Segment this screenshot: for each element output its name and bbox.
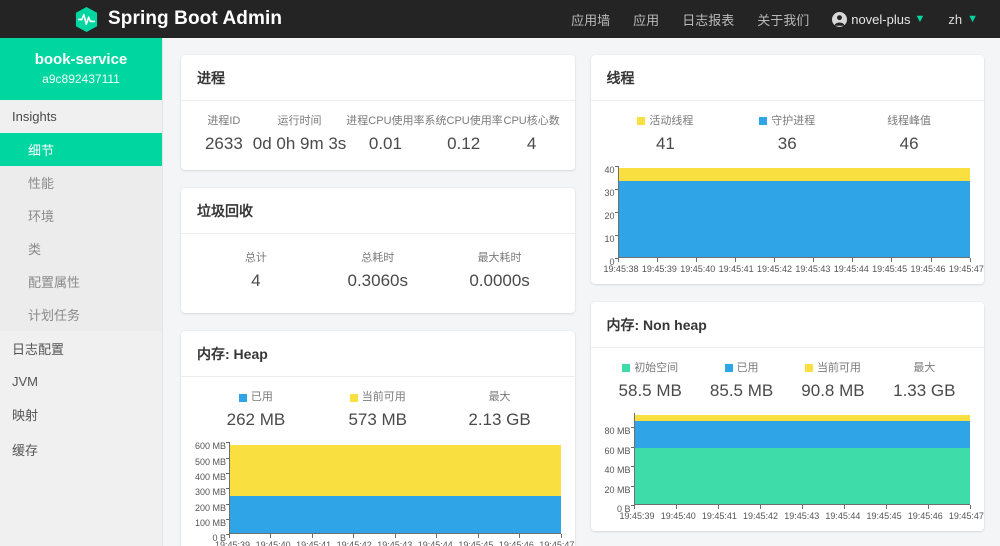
stat-system-cpu-usage: 系统CPU使用率 0.12 <box>424 115 503 153</box>
nonheap-chart: 80 MB 60 MB 40 MB 20 MB 0 B 19:45:39 19:… <box>604 413 984 521</box>
chevron-down-icon: ▼ <box>967 12 978 25</box>
hexagon-pulse-logo-icon <box>74 6 99 33</box>
nav-link-app-wall[interactable]: 应用墙 <box>571 10 610 29</box>
stat-daemon-threads: 守护进程 36 <box>726 113 848 156</box>
threads-card: 线程 活动线程 41 守护进程 36 线程峰值 46 40 30 20 10 0… <box>590 55 984 285</box>
heap-chart-plot-wrap: 19:45:39 19:45:40 19:45:41 19:45:42 19:4… <box>215 442 574 546</box>
legend-swatch-daemon <box>759 117 768 126</box>
nav-link-applications[interactable]: 应用 <box>633 10 659 29</box>
stat-nonheap-initial: 初始空间 58.5 MB <box>618 362 682 400</box>
nonheap-card-title: 内存: Non heap <box>590 302 984 349</box>
stat-live-threads: 活动线程 41 <box>605 113 727 156</box>
sidebar-item-classes[interactable]: 类 <box>0 231 162 265</box>
language-label: zh <box>948 11 963 27</box>
sidebar-item-details[interactable]: 细节 <box>0 132 162 166</box>
legend-swatch-live <box>637 117 646 126</box>
process-card-title: 进程 <box>181 55 575 101</box>
stat-nonheap-available: 当前可用 90.8 MB <box>801 362 865 400</box>
heap-chart: 600 MB 500 MB 400 MB 300 MB 200 MB 100 M… <box>195 441 574 546</box>
legend-swatch-used <box>724 364 733 373</box>
gc-card-title: 垃圾回收 <box>181 188 575 235</box>
stat-process-id: 进程ID 2633 <box>204 115 243 153</box>
navbar-right: 应用墙 应用 日志报表 关于我们 novel-plus ▼ zh ▼ <box>571 10 984 29</box>
nav-link-about[interactable]: 关于我们 <box>757 10 809 29</box>
nonheap-initial-band <box>634 447 970 505</box>
stat-nonheap-used: 已用 85.5 MB <box>709 362 774 400</box>
stat-heap-used: 已用 262 MB <box>226 391 286 429</box>
threads-daemon-band <box>618 180 970 258</box>
brand[interactable]: Spring Boot Admin <box>0 6 282 33</box>
stat-heap-available: 当前可用 573 MB <box>348 391 408 429</box>
page-layout: book-service a9c892437111 Insights 细节 性能… <box>0 38 1000 546</box>
sidebar-instance-id: a9c892437111 <box>42 71 120 86</box>
stat-heap-max: 最大 2.13 GB <box>468 391 531 429</box>
sidebar-item-caches[interactable]: 缓存 <box>0 431 162 467</box>
chevron-down-icon: ▼ <box>914 12 926 25</box>
heap-chart-xaxis: 19:45:39 19:45:40 19:45:41 19:45:42 19:4… <box>215 540 575 546</box>
sidebar-item-jvm[interactable]: JVM <box>0 365 162 397</box>
sidebar: book-service a9c892437111 Insights 细节 性能… <box>0 38 163 546</box>
stat-nonheap-max: 最大 1.33 GB <box>893 362 956 400</box>
sidebar-item-loggers[interactable]: 日志配置 <box>0 330 162 366</box>
top-navbar: Spring Boot Admin 应用墙 应用 日志报表 关于我们 novel… <box>0 0 1000 38</box>
sidebar-section-insights: Insights <box>0 99 162 133</box>
stat-uptime: 运行时间 0d 0h 9m 3s <box>252 115 347 153</box>
process-card: 进程 进程ID 2633 运行时间 0d 0h 9m 3s 进程CPU使用率 0… <box>181 55 575 171</box>
threads-chart-plot <box>617 166 970 259</box>
sidebar-item-environment[interactable]: 环境 <box>0 198 162 232</box>
user-circle-icon <box>832 11 848 27</box>
sidebar-item-scheduled-tasks[interactable]: 计划任务 <box>0 297 162 331</box>
nonheap-chart-plot <box>633 413 970 506</box>
nonheap-chart-xaxis: 19:45:39 19:45:40 19:45:41 19:45:42 19:4… <box>619 511 984 522</box>
stat-gc-total-time: 总耗时 0.3060s <box>347 252 408 290</box>
process-stats: 进程ID 2633 运行时间 0d 0h 9m 3s 进程CPU使用率 0.01 <box>195 113 561 156</box>
legend-swatch-available <box>349 393 358 402</box>
right-column: 线程 活动线程 41 守护进程 36 线程峰值 46 40 30 20 10 0… <box>590 55 984 546</box>
heap-chart-yaxis: 600 MB 500 MB 400 MB 300 MB 200 MB 100 M… <box>195 441 230 544</box>
legend-swatch-initial <box>622 364 631 373</box>
language-menu[interactable]: zh ▼ <box>948 12 978 27</box>
memory-nonheap-card: 内存: Non heap 初始空间 58.5 MB 已用 85.5 MB 当前可… <box>590 302 984 532</box>
threads-chart-plot-wrap: 19:45:38 19:45:39 19:45:40 19:45:41 19:4… <box>604 166 984 274</box>
heap-used-band <box>230 496 561 534</box>
brand-title: Spring Boot Admin <box>108 8 283 29</box>
threads-chart-ticks <box>617 258 971 263</box>
stat-gc-max-time: 最大耗时 0.0000s <box>469 252 530 290</box>
nonheap-stats: 初始空间 58.5 MB 已用 85.5 MB 当前可用 90.8 MB 最大 … <box>605 360 971 403</box>
stat-gc-count: 总计 4 <box>244 252 267 290</box>
main-content: 进程 进程ID 2633 运行时间 0d 0h 9m 3s 进程CPU使用率 0… <box>163 38 1000 546</box>
heap-stats: 已用 262 MB 当前可用 573 MB 最大 2.13 GB <box>195 389 561 432</box>
legend-swatch-used <box>238 393 247 402</box>
left-column: 进程 进程ID 2633 运行时间 0d 0h 9m 3s 进程CPU使用率 0… <box>181 55 575 546</box>
sidebar-item-configprops[interactable]: 配置属性 <box>0 264 162 298</box>
sidebar-item-mappings[interactable]: 映射 <box>0 396 162 432</box>
threads-chart-yaxis: 40 30 20 10 0 <box>604 165 618 268</box>
stat-process-cpu-usage: 进程CPU使用率 0.01 <box>346 115 425 153</box>
garbage-collection-card: 垃圾回收 总计 4 总耗时 0.3060s 最大耗时 0.0000s <box>181 188 575 314</box>
nav-link-journal[interactable]: 日志报表 <box>682 10 734 29</box>
nonheap-chart-yaxis: 80 MB 60 MB 40 MB 20 MB 0 B <box>604 426 634 515</box>
gc-stats: 总计 4 总耗时 0.3060s 最大耗时 0.0000s <box>195 250 561 293</box>
user-name: novel-plus <box>851 11 911 27</box>
sidebar-header: book-service a9c892437111 <box>0 38 162 100</box>
user-menu[interactable]: novel-plus ▼ <box>832 11 926 27</box>
memory-heap-card: 内存: Heap 已用 262 MB 当前可用 573 MB 最大 2.13 G… <box>181 331 575 546</box>
stat-cpu-cores: CPU核心数 4 <box>503 115 560 153</box>
stat-peak-threads: 线程峰值 46 <box>887 115 932 153</box>
heap-card-title: 内存: Heap <box>181 331 575 378</box>
sidebar-insights-group: 细节 性能 环境 类 配置属性 计划任务 <box>0 132 162 331</box>
threads-chart: 40 30 20 10 0 19:45:38 19:45:39 19:45:40… <box>604 165 984 275</box>
sidebar-application-name: book-service <box>34 51 128 68</box>
threads-stats: 活动线程 41 守护进程 36 线程峰值 46 <box>605 113 971 156</box>
nonheap-chart-plot-wrap: 19:45:39 19:45:40 19:45:41 19:45:42 19:4… <box>620 413 984 521</box>
nonheap-chart-ticks <box>633 505 971 510</box>
threads-card-title: 线程 <box>590 55 984 101</box>
heap-chart-ticks <box>229 534 562 539</box>
threads-chart-xaxis: 19:45:38 19:45:39 19:45:40 19:45:41 19:4… <box>603 264 984 275</box>
heap-chart-plot <box>229 442 561 535</box>
legend-swatch-available <box>804 364 813 373</box>
sidebar-item-performance[interactable]: 性能 <box>0 165 162 199</box>
